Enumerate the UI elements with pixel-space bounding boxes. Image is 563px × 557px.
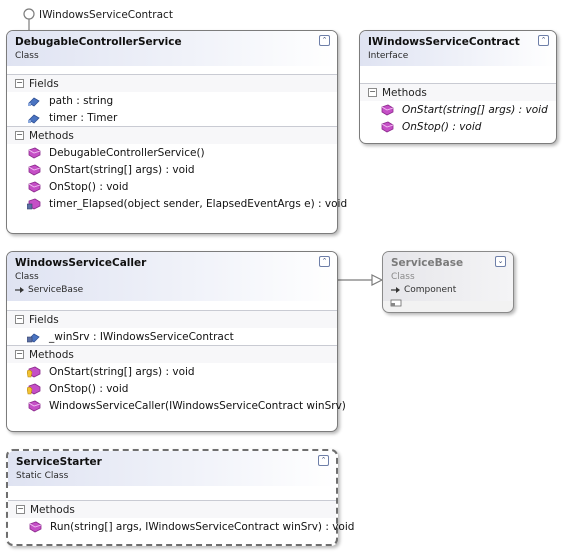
method-icon xyxy=(381,121,394,132)
fields-section-header[interactable]: − Fields xyxy=(7,74,337,92)
method-row[interactable]: OnStop() : void xyxy=(7,178,337,195)
private-method-icon xyxy=(27,198,41,209)
shape-header[interactable]: DebugableControllerService Class ⌃ xyxy=(7,31,337,66)
shape-header[interactable]: ServiceBase Class Component ⌄ xyxy=(383,252,513,301)
static-class-service-starter[interactable]: ServiceStarter Static Class ⌃ − Methods … xyxy=(6,449,354,546)
field-row[interactable]: path : string xyxy=(7,92,337,109)
shape-kind: Static Class xyxy=(16,471,69,481)
methods-section-header[interactable]: − Methods xyxy=(7,345,337,363)
fields-section-header[interactable]: − Fields xyxy=(7,310,337,328)
field-icon xyxy=(28,113,40,124)
methods-section-header[interactable]: − Methods xyxy=(7,126,337,144)
double-chevron-up-icon[interactable]: ⌃ xyxy=(319,256,330,267)
method-icon xyxy=(29,521,42,532)
shape-title: WindowsServiceCaller xyxy=(15,257,147,269)
section-label: Methods xyxy=(29,348,74,361)
shape-title: DebugableControllerService xyxy=(15,36,182,48)
collapse-section-icon[interactable]: − xyxy=(15,315,24,324)
collapse-section-icon[interactable]: − xyxy=(15,79,24,88)
method-icon xyxy=(28,164,41,175)
methods-section-header[interactable]: − Methods xyxy=(360,83,556,101)
field-row[interactable]: _winSrv : IWindowsServiceContract xyxy=(7,328,337,345)
method-row[interactable]: OnStop() : void xyxy=(7,380,337,397)
method-row[interactable]: OnStart(string[] args) : void xyxy=(360,101,556,118)
shape-header[interactable]: IWindowsServiceContract Interface ⌃ xyxy=(360,31,556,66)
collapse-section-icon[interactable]: − xyxy=(368,88,377,97)
method-row[interactable]: Run(string[] args, IWindowsServiceContra… xyxy=(8,518,354,535)
interface-iwindows-service-contract[interactable]: IWindowsServiceContract Interface ⌃ − Me… xyxy=(359,30,557,144)
class-windows-service-caller[interactable]: WindowsServiceCaller Class ServiceBase ⌃… xyxy=(6,251,346,432)
shape-kind: Class xyxy=(15,51,39,61)
shape-kind: Interface xyxy=(368,51,409,61)
shape-title: IWindowsServiceContract xyxy=(368,36,520,48)
protected-method-icon xyxy=(27,383,41,394)
method-row[interactable]: OnStop() : void xyxy=(360,118,556,135)
method-icon xyxy=(381,104,394,115)
method-row[interactable]: OnStart(string[] args) : void xyxy=(7,161,337,178)
method-icon xyxy=(28,147,41,158)
base-class: ServiceBase xyxy=(15,283,329,297)
method-row[interactable]: OnStart(string[] args) : void xyxy=(7,363,337,380)
shape-header[interactable]: WindowsServiceCaller Class ServiceBase ⌃ xyxy=(7,252,337,301)
inheritance-arrow-icon xyxy=(15,287,24,293)
methods-section-header[interactable]: − Methods xyxy=(8,500,336,518)
field-icon xyxy=(28,96,40,107)
lollipop-circle xyxy=(23,8,35,20)
section-label: Methods xyxy=(382,86,427,99)
method-row[interactable]: timer_Elapsed(object sender, ElapsedEven… xyxy=(7,195,347,212)
protected-method-icon xyxy=(27,366,41,377)
base-class: Component xyxy=(391,283,505,297)
method-row[interactable]: WindowsServiceCaller(IWindowsServiceCont… xyxy=(7,397,346,414)
private-field-icon xyxy=(27,332,40,343)
shape-title: ServiceStarter xyxy=(16,456,102,468)
lollipop-label: IWindowsServiceContract xyxy=(39,9,173,21)
double-chevron-up-icon[interactable]: ⌃ xyxy=(318,455,329,466)
section-label: Fields xyxy=(29,77,59,90)
double-chevron-up-icon[interactable]: ⌃ xyxy=(538,35,549,46)
shortcut-icon xyxy=(390,299,402,307)
collapse-section-icon[interactable]: − xyxy=(15,350,24,359)
shape-header[interactable]: ServiceStarter Static Class ⌃ xyxy=(8,451,336,486)
double-chevron-up-icon[interactable]: ⌃ xyxy=(319,35,330,46)
double-chevron-down-icon[interactable]: ⌄ xyxy=(495,256,506,267)
method-row[interactable]: DebugableControllerService() xyxy=(7,144,337,161)
method-icon xyxy=(28,181,41,192)
section-label: Methods xyxy=(29,129,74,142)
shape-kind: Class xyxy=(391,272,415,282)
method-icon xyxy=(28,400,41,411)
shape-title: ServiceBase xyxy=(391,257,464,269)
shape-kind: Class xyxy=(15,272,39,282)
inheritance-arrowhead[interactable] xyxy=(371,274,384,286)
class-service-base[interactable]: ServiceBase Class Component ⌄ xyxy=(382,251,514,313)
collapse-section-icon[interactable]: − xyxy=(15,131,24,140)
inheritance-arrow-icon xyxy=(391,287,400,293)
section-label: Methods xyxy=(30,503,75,516)
collapse-section-icon[interactable]: − xyxy=(16,505,25,514)
class-debugable-controller-service[interactable]: DebugableControllerService Class ⌃ − Fie… xyxy=(6,30,347,234)
field-row[interactable]: timer : Timer xyxy=(7,109,337,126)
section-label: Fields xyxy=(29,313,59,326)
